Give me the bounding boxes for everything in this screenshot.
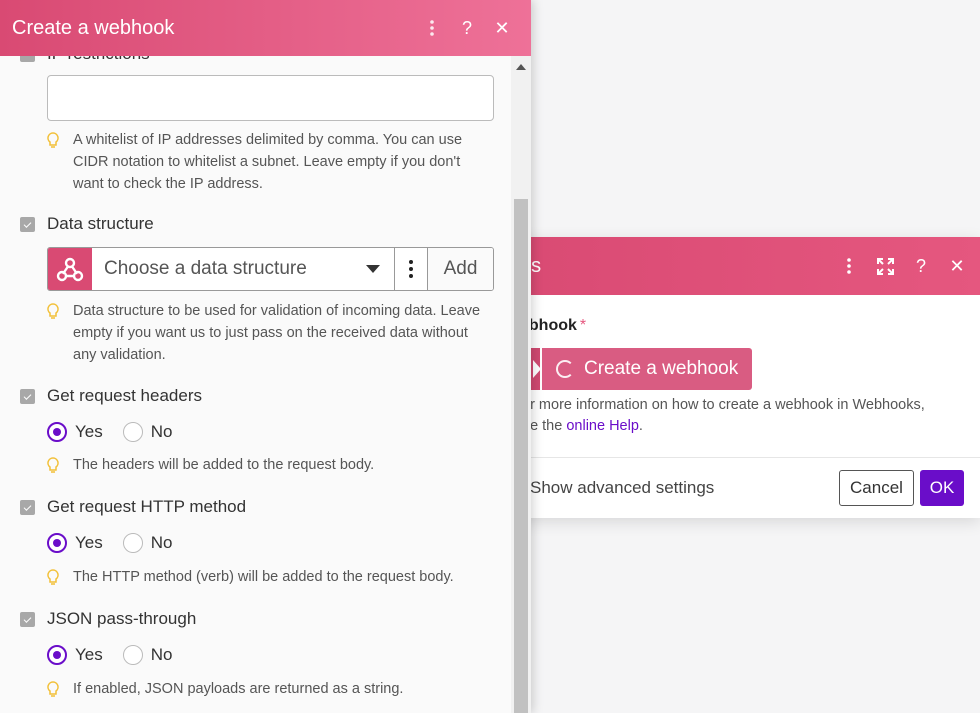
dialog-header: oks ? ✕: [500, 237, 980, 295]
checkbox-icon[interactable]: [20, 216, 35, 232]
panel-header: Create a webhook ? ✕: [0, 0, 531, 56]
lightbulb-icon: [47, 454, 73, 481]
data-structure-field: Choose a data structure Add: [47, 247, 494, 291]
scrollbar-thumb[interactable]: [514, 199, 528, 713]
panel-content: IP restrictions A whitelist of IP addres…: [0, 56, 511, 713]
create-webhook-panel: Create a webhook ? ✕ IP restrictions A w…: [0, 0, 531, 713]
get-request-headers-hint: The headers will be added to the request…: [47, 454, 487, 481]
more-vertical-icon[interactable]: [423, 19, 441, 37]
spinner-icon: [556, 360, 574, 378]
get-request-http-method-hint: The HTTP method (verb) will be added to …: [47, 566, 487, 593]
lightbulb-icon: [47, 678, 73, 705]
panel-actions: ? ✕: [423, 0, 511, 56]
json-pass-through-hint: If enabled, JSON payloads are returned a…: [47, 678, 487, 705]
checkbox-icon[interactable]: [20, 388, 35, 404]
lightbulb-icon: [47, 300, 73, 366]
scroll-up-arrow-icon[interactable]: [516, 64, 526, 70]
data-structure-hint: Data structure to be used for validation…: [47, 300, 487, 366]
radio-yes[interactable]: [47, 422, 67, 442]
lightbulb-icon: [47, 129, 73, 195]
checkbox-icon[interactable]: [20, 499, 35, 515]
more-vertical-icon[interactable]: [840, 257, 858, 275]
ip-restrictions-input[interactable]: [47, 75, 494, 121]
webhooks-module-dialog: oks ? ✕ ebhook* Create a webhook or more…: [500, 237, 980, 518]
dialog-actions: ? ✕: [840, 237, 966, 295]
online-help-link[interactable]: online Help: [566, 418, 639, 434]
close-icon[interactable]: ✕: [493, 18, 511, 38]
expand-icon[interactable]: [876, 257, 894, 275]
get-request-http-method-title[interactable]: Get request HTTP method: [20, 497, 246, 517]
data-structure-more-button[interactable]: [395, 248, 428, 290]
radio-no[interactable]: [122, 645, 143, 665]
create-webhook-button[interactable]: Create a webhook: [542, 348, 753, 390]
ok-button[interactable]: OK: [920, 470, 964, 506]
panel-title: Create a webhook: [12, 16, 175, 39]
create-webhook-button-group[interactable]: Create a webhook: [520, 348, 753, 390]
get-request-headers-title[interactable]: Get request headers: [20, 386, 202, 406]
get-request-headers-radios: Yes No: [47, 422, 192, 442]
radio-no[interactable]: [122, 533, 143, 553]
ip-restrictions-hint: A whitelist of IP addresses delimited by…: [47, 129, 487, 195]
ip-restrictions-title[interactable]: IP restrictions: [20, 56, 150, 64]
webhook-icon: [48, 248, 92, 290]
help-icon[interactable]: ?: [458, 18, 476, 38]
close-icon[interactable]: ✕: [948, 256, 966, 276]
dialog-footer: Show advanced settings Cancel OK: [500, 457, 980, 518]
radio-yes[interactable]: [47, 645, 67, 665]
json-pass-through-radios: Yes No: [47, 645, 192, 665]
required-marker: *: [579, 317, 587, 334]
show-advanced-settings-toggle[interactable]: Show advanced settings: [530, 478, 714, 498]
json-pass-through-title[interactable]: JSON pass-through: [20, 609, 196, 629]
caret-down-icon: [366, 265, 380, 273]
radio-no[interactable]: [122, 422, 143, 442]
checkbox-icon[interactable]: [20, 56, 35, 62]
checkbox-icon[interactable]: [20, 611, 35, 627]
radio-yes[interactable]: [47, 533, 67, 553]
data-structure-select[interactable]: Choose a data structure: [92, 248, 395, 290]
get-request-http-method-radios: Yes No: [47, 533, 192, 553]
data-structure-add-button[interactable]: Add: [428, 248, 493, 290]
panel-scrollbar[interactable]: [511, 56, 531, 713]
cancel-button[interactable]: Cancel: [839, 470, 914, 506]
help-icon[interactable]: ?: [912, 256, 930, 276]
lightbulb-icon: [47, 566, 73, 593]
data-structure-title[interactable]: Data structure: [20, 214, 154, 234]
webhook-help-text: or more information on how to create a w…: [522, 397, 925, 434]
